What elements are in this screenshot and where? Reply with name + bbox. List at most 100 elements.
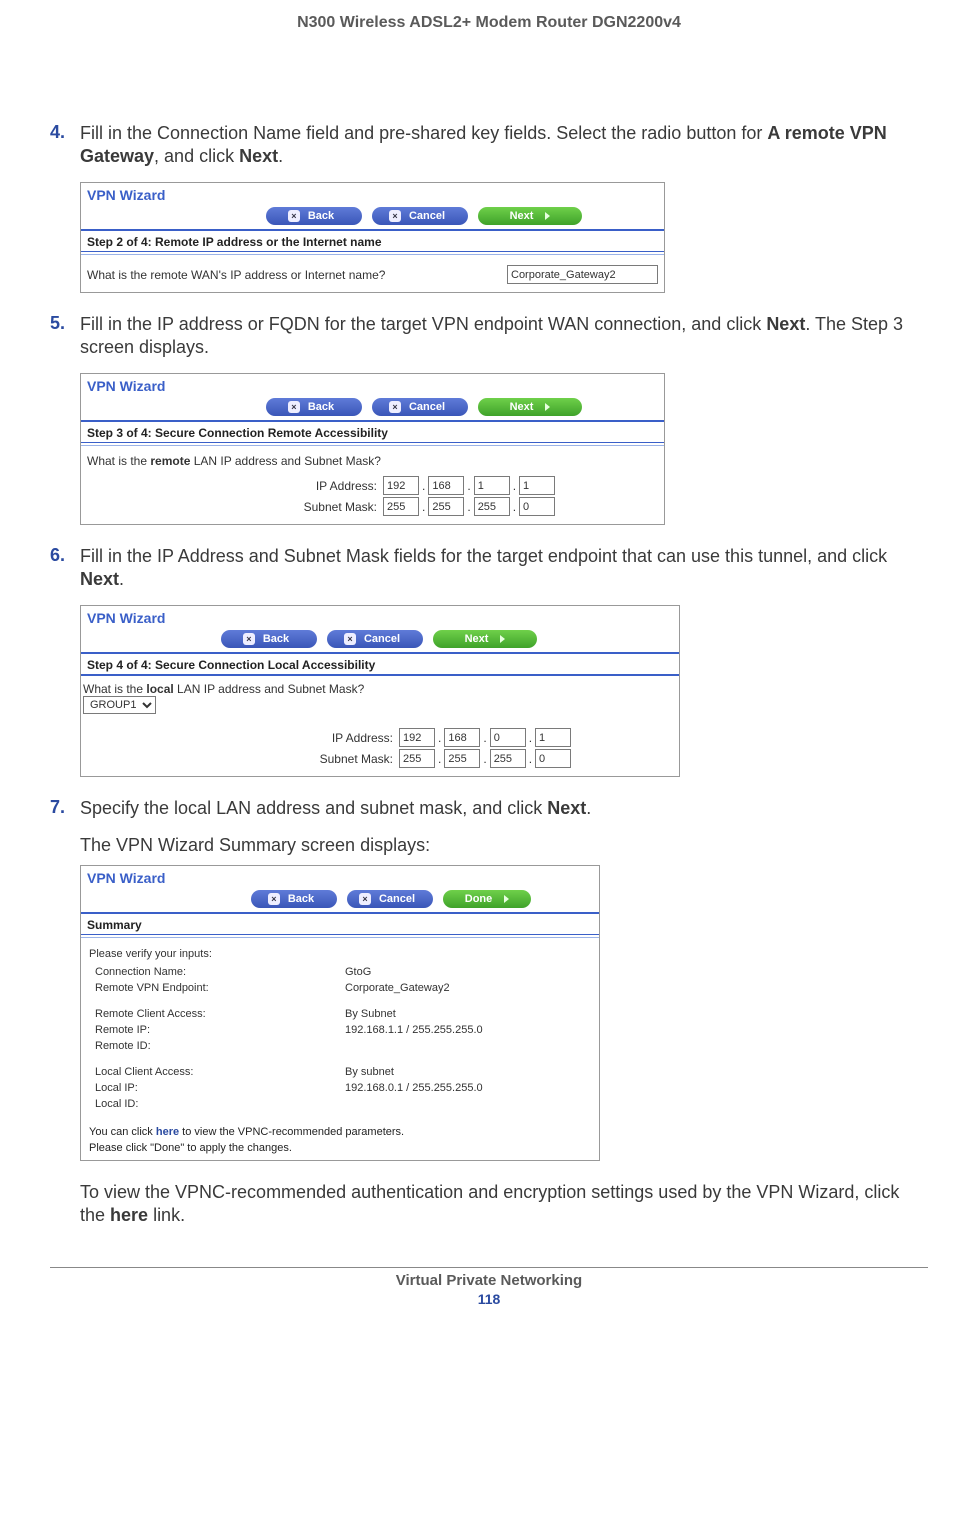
ip-octet-1[interactable] xyxy=(383,476,419,495)
label: Back xyxy=(308,401,334,413)
step-6: 6. Fill in the IP Address and Subnet Mas… xyxy=(50,545,928,591)
label: Back xyxy=(308,210,334,222)
close-icon: × xyxy=(344,633,356,645)
summary-heading: Summary xyxy=(81,916,599,935)
bold-text: local xyxy=(146,682,173,696)
ip-octet-4[interactable] xyxy=(535,728,571,747)
summary-grid: Connection Name: GtoG Remote VPN Endpoin… xyxy=(95,966,591,1110)
chevron-right-icon xyxy=(545,403,550,411)
step-number: 5. xyxy=(50,313,80,334)
done-button[interactable]: Done xyxy=(443,890,531,908)
remote-wan-input[interactable] xyxy=(507,265,658,284)
wizard-step-label: Step 3 of 4: Secure Connection Remote Ac… xyxy=(81,424,664,443)
mask-octet-3[interactable] xyxy=(474,497,510,516)
label: Next xyxy=(510,210,534,222)
mask-octet-2[interactable] xyxy=(428,497,464,516)
bold-text: Next xyxy=(239,146,278,166)
ip-octet-1[interactable] xyxy=(399,728,435,747)
ip-octet-3[interactable] xyxy=(490,728,526,747)
wizard-button-row: ×Back × Cancel Next xyxy=(81,628,679,654)
ip-address-label: IP Address: xyxy=(297,479,383,493)
summary-label: Remote Client Access: xyxy=(95,1008,345,1020)
close-icon: × xyxy=(268,893,280,905)
mask-octet-2[interactable] xyxy=(444,749,480,768)
step-text: Fill in the IP address or FQDN for the t… xyxy=(80,313,928,359)
summary-note-2: Please click "Done" to apply the changes… xyxy=(89,1142,591,1154)
step-text: Specify the local LAN address and subnet… xyxy=(80,797,928,820)
summary-value xyxy=(345,1098,591,1110)
cancel-button[interactable]: × Cancel xyxy=(327,630,423,648)
mask-octet-1[interactable] xyxy=(399,749,435,768)
next-button[interactable]: Next xyxy=(478,398,582,416)
ip-address-label: IP Address: xyxy=(313,731,399,745)
label: Cancel xyxy=(409,210,445,222)
summary-label: Local IP: xyxy=(95,1082,345,1094)
wizard-content: What is the remote WAN's IP address or I… xyxy=(81,257,664,292)
wizard-title: VPN Wizard xyxy=(81,183,664,205)
wizard-step2-screenshot: VPN Wizard ×Back ×Cancel Next Step 2 of … xyxy=(80,182,665,293)
close-icon: × xyxy=(243,633,255,645)
back-button[interactable]: ×Back xyxy=(251,890,337,908)
text: Fill in the IP Address and Subnet Mask f… xyxy=(80,546,887,566)
ip-octet-4[interactable] xyxy=(519,476,555,495)
mask-octet-3[interactable] xyxy=(490,749,526,768)
wizard-title: VPN Wizard xyxy=(81,374,664,396)
step-4: 4. Fill in the Connection Name field and… xyxy=(50,122,928,168)
step-7-followup: The VPN Wizard Summary screen displays: xyxy=(80,834,928,857)
subnet-mask-label: Subnet Mask: xyxy=(297,500,383,514)
wizard-question: What is the local LAN IP address and Sub… xyxy=(83,682,673,696)
summary-label: Remote IP: xyxy=(95,1024,345,1036)
back-button[interactable]: × Back xyxy=(266,398,362,416)
chevron-right-icon xyxy=(545,212,550,220)
text: link. xyxy=(148,1205,185,1225)
verify-text: Please verify your inputs: xyxy=(89,948,591,960)
cancel-button[interactable]: ×Cancel xyxy=(347,890,433,908)
summary-note-1: You can click here to view the VPNC-reco… xyxy=(89,1126,591,1138)
text: To view the VPNC-recommended authenticat… xyxy=(80,1182,899,1225)
summary-value: By subnet xyxy=(345,1066,591,1078)
text: Fill in the IP address or FQDN for the t… xyxy=(80,314,766,334)
next-button[interactable]: Next xyxy=(433,630,537,648)
summary-label: Local ID: xyxy=(95,1098,345,1110)
back-button[interactable]: ×Back xyxy=(266,207,362,225)
step-number: 4. xyxy=(50,122,80,143)
close-icon: × xyxy=(359,893,371,905)
text: . xyxy=(278,146,283,166)
text: to view the VPNC-recommended parameters. xyxy=(179,1126,404,1138)
wizard-question: What is the remote LAN IP address and Su… xyxy=(87,454,658,468)
mask-octet-1[interactable] xyxy=(383,497,419,516)
closing-text: To view the VPNC-recommended authenticat… xyxy=(80,1181,928,1227)
label: Cancel xyxy=(364,633,400,645)
subnet-mask-label: Subnet Mask: xyxy=(313,752,399,766)
summary-label: Remote VPN Endpoint: xyxy=(95,982,345,994)
wizard-title: VPN Wizard xyxy=(81,866,599,888)
cancel-button[interactable]: ×Cancel xyxy=(372,398,468,416)
text: , and click xyxy=(154,146,239,166)
text: LAN IP address and Subnet Mask? xyxy=(190,454,381,468)
ip-octet-3[interactable] xyxy=(474,476,510,495)
close-icon: × xyxy=(288,401,300,413)
back-button[interactable]: ×Back xyxy=(221,630,317,648)
text: LAN IP address and Subnet Mask? xyxy=(174,682,365,696)
wizard-step-label: Step 2 of 4: Remote IP address or the In… xyxy=(81,233,664,252)
wizard-summary-screenshot: VPN Wizard ×Back ×Cancel Done Summary Pl… xyxy=(80,865,600,1161)
text: . xyxy=(586,798,591,818)
next-button[interactable]: Next xyxy=(478,207,582,225)
document-title: N300 Wireless ADSL2+ Modem Router DGN220… xyxy=(50,14,928,32)
summary-value: By Subnet xyxy=(345,1008,591,1020)
summary-body: Please verify your inputs: Connection Na… xyxy=(81,940,599,1160)
summary-label: Local Client Access: xyxy=(95,1066,345,1078)
mask-octet-4[interactable] xyxy=(535,749,571,768)
ip-octet-2[interactable] xyxy=(428,476,464,495)
text: What is the xyxy=(87,454,150,468)
wizard-button-row: × Back ×Cancel Next xyxy=(81,396,664,422)
step-number: 7. xyxy=(50,797,80,818)
here-link[interactable]: here xyxy=(156,1126,179,1138)
wizard-question: What is the remote WAN's IP address or I… xyxy=(87,268,507,282)
page-footer: Virtual Private Networking 118 xyxy=(50,1267,928,1307)
ip-octet-2[interactable] xyxy=(444,728,480,747)
group-select[interactable]: GROUP1 xyxy=(83,696,156,714)
cancel-button[interactable]: ×Cancel xyxy=(372,207,468,225)
wizard-button-row: ×Back ×Cancel Next xyxy=(81,205,664,231)
mask-octet-4[interactable] xyxy=(519,497,555,516)
